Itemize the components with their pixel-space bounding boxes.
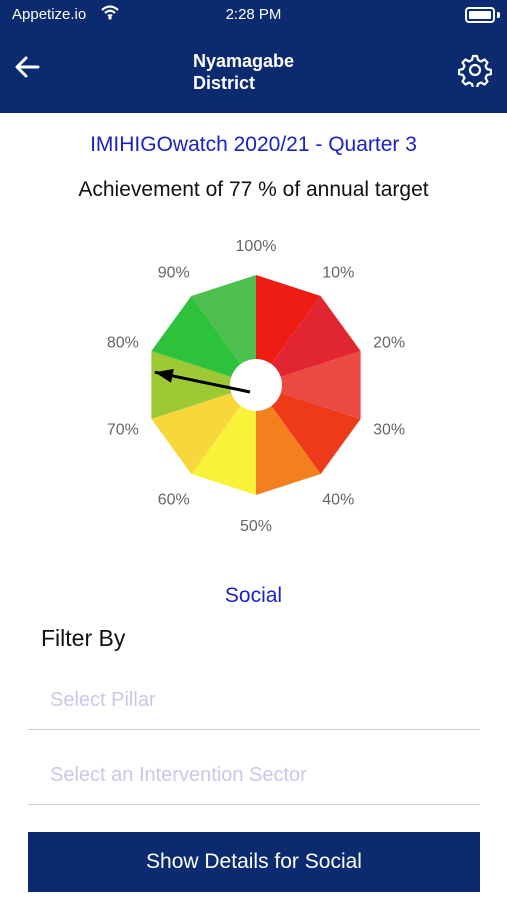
report-title: IMIHIGOwatch 2020/21 - Quarter 3 <box>90 133 417 156</box>
select-sector-placeholder: Select an Intervention Sector <box>50 764 307 786</box>
gauge-tick-label: 20% <box>373 335 405 352</box>
gauge-hub <box>230 359 282 411</box>
pillar-name: Social <box>224 584 283 607</box>
gauge-tick-label: 90% <box>158 265 190 282</box>
app-header: Appetize.io 2:28 PM Nyamagabe District <box>0 0 507 113</box>
page-title-line2: District <box>193 73 256 93</box>
battery-icon <box>465 7 495 23</box>
filter-label: Filter By <box>41 625 126 651</box>
status-bar: Appetize.io 2:28 PM <box>0 0 507 30</box>
achievement-text: Achievement of 77 % of annual target <box>78 178 429 201</box>
gear-icon[interactable] <box>457 53 493 90</box>
gauge-tick-label: 100% <box>236 238 277 255</box>
gauge-tick-label: 50% <box>240 518 272 535</box>
gauge-tick-label: 70% <box>107 421 139 438</box>
gauge-tick-label: 30% <box>373 421 405 438</box>
arrow-left-icon[interactable] <box>10 52 44 86</box>
select-sector-dropdown[interactable]: Select an Intervention Sector <box>28 752 480 805</box>
gauge-tick-label: 40% <box>322 491 354 508</box>
gauge-tick-label: 10% <box>322 265 354 282</box>
achievement-gauge: 100% 10% 20% 30% 40% 50% 60% 70% 80% 90% <box>0 230 507 560</box>
page-title-line1: Nyamagabe <box>193 51 295 71</box>
gauge-tick-label: 60% <box>158 491 190 508</box>
gauge-svg: 100% 10% 20% 30% 40% 50% 60% 70% 80% 90% <box>107 238 405 535</box>
select-pillar-dropdown[interactable]: Select Pillar <box>28 677 480 730</box>
clock: 2:28 PM <box>225 6 282 23</box>
gauge-tick-label: 80% <box>107 335 139 352</box>
battery-tip <box>497 12 500 18</box>
select-pillar-placeholder: Select Pillar <box>50 689 156 711</box>
show-details-button[interactable]: Show Details for Social <box>28 832 480 892</box>
page-title: Nyamagabe District <box>193 50 294 94</box>
